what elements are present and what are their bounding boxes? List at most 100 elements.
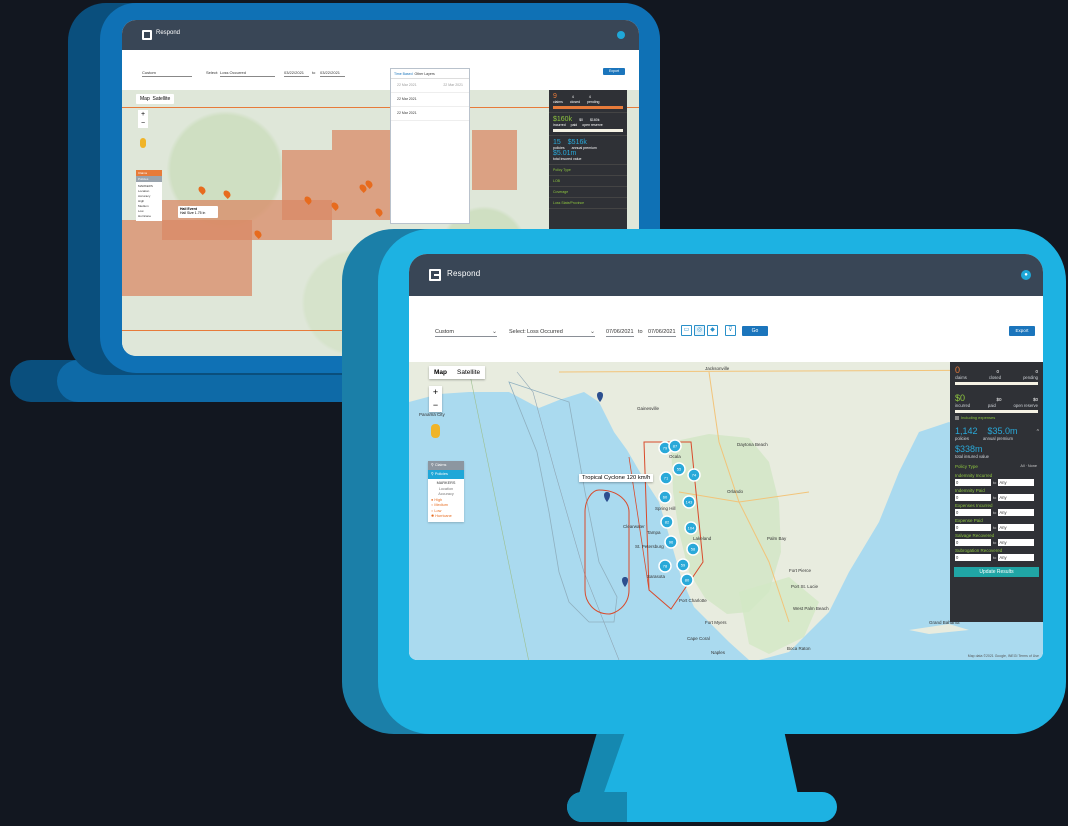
- max-input[interactable]: Any: [998, 524, 1035, 531]
- respond-logo-icon: [142, 30, 152, 40]
- filter-coverage[interactable]: Coverage: [549, 187, 627, 198]
- timeline-row[interactable]: 22 Mar 2021: [391, 93, 469, 107]
- max-input[interactable]: Any: [998, 554, 1035, 561]
- min-input[interactable]: 0: [955, 479, 991, 486]
- including-expenses-checkbox[interactable]: Including expenses: [955, 415, 1038, 420]
- update-results-button[interactable]: Update Results: [954, 567, 1039, 577]
- city-label: Gainesville: [637, 406, 660, 411]
- map-type-tabs[interactable]: Map Satellite: [429, 366, 486, 379]
- date-to-input[interactable]: 07/06/2021: [648, 327, 676, 337]
- date-to-input[interactable]: 03/22/2021: [320, 70, 345, 77]
- street-view-pegman-icon[interactable]: [140, 138, 146, 148]
- person-icon[interactable]: ●: [1021, 270, 1031, 280]
- reserve-value: $0: [1032, 397, 1038, 402]
- reserve-label: open reserve: [1013, 403, 1038, 408]
- date-from-input[interactable]: 07/06/2021: [606, 327, 634, 337]
- pending-label: pending: [1023, 375, 1038, 380]
- filter-loss-state[interactable]: Loss State/Province: [549, 198, 627, 209]
- tiv-value: $5.01m: [553, 150, 577, 157]
- hurricane-layer-icon[interactable]: ◎: [694, 325, 705, 336]
- date-from-input[interactable]: 03/22/2021: [284, 70, 309, 77]
- range-value: Custom: [435, 329, 454, 335]
- closed-label: closed: [569, 100, 581, 104]
- tab-satellite[interactable]: Satellite: [452, 366, 485, 379]
- closed-count: 0: [996, 369, 999, 374]
- respond-logo-icon: [429, 269, 441, 281]
- forecast-cone: [508, 381, 618, 623]
- filter-title: Subrogation Recovered: [955, 548, 1003, 553]
- cluster-label: 79: [663, 446, 668, 451]
- policies-label: policies: [955, 436, 969, 441]
- user-icon[interactable]: [617, 31, 625, 39]
- map-type-tabs[interactable]: Map Satellite: [136, 94, 175, 104]
- max-input[interactable]: Any: [998, 494, 1035, 501]
- legend-policies-toggle[interactable]: ⚲ Policies: [428, 470, 464, 479]
- filter-title: Expense Paid: [955, 518, 983, 523]
- cluster-label: 82: [665, 520, 670, 525]
- checkbox-icon: [955, 415, 959, 420]
- cluster-label: 59: [681, 563, 686, 568]
- summary-panel: 0 0 0 claims closed pending $0 $0 $0 inc…: [950, 362, 1043, 622]
- chevron-up-icon[interactable]: ^: [1037, 429, 1039, 435]
- select-dropdown[interactable]: Loss Occurred: [220, 70, 275, 77]
- cyclone-boundary: [584, 489, 630, 615]
- tab-other-layers[interactable]: Other Layers: [415, 72, 435, 76]
- select-dropdown[interactable]: Loss Occurred ⌄: [527, 327, 595, 337]
- legend-claims-toggle[interactable]: ⚲ Claims: [428, 461, 464, 470]
- city-label: Fort Myers: [705, 620, 727, 625]
- export-button[interactable]: Export: [603, 68, 625, 75]
- city-label: Jacksonville: [705, 366, 730, 371]
- filter-policy-type[interactable]: Policy Type: [549, 165, 627, 176]
- legend-markers: MARKERS Location Accuracy ● High ○ Mediu…: [428, 479, 464, 522]
- zoom-in-button[interactable]: +: [429, 386, 442, 399]
- go-button[interactable]: Go: [742, 326, 768, 336]
- min-input[interactable]: 0: [955, 554, 991, 561]
- hurricane-marker-icon[interactable]: [622, 577, 628, 587]
- range-filter: Indemnity Incurred 0 to Any Indemnity Paid…: [950, 471, 1043, 565]
- filter-lob[interactable]: LOB: [549, 176, 627, 187]
- zoom-control[interactable]: + −: [138, 110, 148, 128]
- tab-map[interactable]: Map: [429, 366, 452, 379]
- filter-icon[interactable]: ⊽: [725, 325, 736, 336]
- hail-swath: [332, 130, 392, 150]
- filter-title: Expenses Incurred: [955, 503, 993, 508]
- max-input[interactable]: Any: [998, 479, 1035, 486]
- cluster-label: 55: [677, 467, 682, 472]
- calendar-icon[interactable]: ▭: [681, 325, 692, 336]
- cluster-label: 143: [686, 500, 693, 505]
- claims-summary: 0 0 0 claims closed pending: [950, 362, 1043, 390]
- legend-subtitle: Location Accuracy: [438, 486, 454, 497]
- florida-map: 79 87 55 71 74 60 143 82 104 96 58 78 59…: [409, 362, 1043, 660]
- cluster-label: 104: [688, 526, 695, 531]
- min-input[interactable]: 0: [955, 524, 991, 531]
- range-dropdown[interactable]: Custom ⌄: [435, 327, 497, 337]
- financial-summary: $0 $0 $0 incurred paid open reserve Incl…: [950, 390, 1043, 423]
- min-input[interactable]: 0: [955, 539, 991, 546]
- timeline-row[interactable]: 22 Mar 2021: [391, 107, 469, 121]
- max-input[interactable]: Any: [998, 539, 1035, 546]
- event-popup: Hail Event Hail Size 1.75 in: [178, 206, 218, 218]
- max-input[interactable]: Any: [998, 509, 1035, 516]
- to-label: to: [638, 329, 643, 335]
- layers-icon[interactable]: ◆: [707, 325, 718, 336]
- premium-value: $35.0m: [987, 426, 1018, 436]
- incurred-value: $0: [955, 393, 966, 403]
- hurricane-marker-icon[interactable]: [604, 492, 610, 502]
- min-input[interactable]: 0: [955, 509, 991, 516]
- street-view-pegman-icon[interactable]: [431, 424, 440, 438]
- tab-map[interactable]: Map: [140, 96, 150, 102]
- timeline-end: 22 Mar 2021: [443, 83, 463, 87]
- claims-bar: [553, 106, 623, 109]
- tab-satellite[interactable]: Satellite: [153, 96, 171, 102]
- map-canvas[interactable]: 79 87 55 71 74 60 143 82 104 96 58 78 59…: [409, 362, 1043, 660]
- city-label: Daytona Beach: [737, 442, 768, 447]
- zoom-control: + −: [429, 386, 442, 412]
- pending-count: 4: [588, 95, 591, 99]
- tab-time-based[interactable]: Time Based: [394, 72, 413, 76]
- policy-type-filter[interactable]: Policy Type All · None: [950, 462, 1043, 471]
- zoom-out-button[interactable]: −: [429, 399, 442, 412]
- range-dropdown[interactable]: Custom: [142, 70, 192, 77]
- export-button[interactable]: Export: [1009, 326, 1035, 336]
- min-input[interactable]: 0: [955, 494, 991, 501]
- claims-label: claims: [553, 100, 563, 104]
